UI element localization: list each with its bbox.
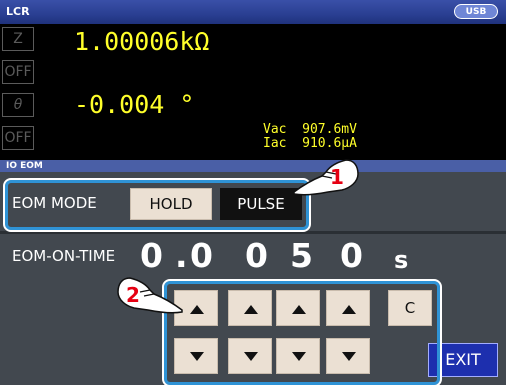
phase-value: -0.004 ° bbox=[74, 90, 195, 119]
iac-readout: Iac 910.6μA bbox=[263, 137, 357, 150]
callout-number-1: 1 bbox=[330, 165, 344, 189]
param-off-box-2[interactable]: OFF bbox=[2, 126, 34, 150]
top-status-bar bbox=[0, 0, 506, 24]
usb-badge: USB bbox=[454, 4, 498, 19]
digit-3: 0 bbox=[245, 236, 268, 275]
vac-label: Vac bbox=[263, 122, 287, 137]
digit-2: 0 bbox=[190, 236, 213, 275]
decimal-point: . bbox=[175, 236, 188, 275]
iac-label: Iac bbox=[263, 136, 287, 151]
io-eom-bar bbox=[0, 160, 506, 172]
digit-4: 5 bbox=[290, 236, 313, 275]
param-off-box-1[interactable]: OFF bbox=[2, 60, 34, 84]
unit-seconds: s bbox=[394, 246, 409, 274]
pointing-hand-icon-1: 1 bbox=[293, 159, 359, 196]
digit-5: 0 bbox=[340, 236, 363, 275]
digit-1: 0 bbox=[140, 236, 163, 275]
io-eom-title: IO EOM bbox=[6, 161, 43, 171]
mode-label: LCR bbox=[6, 5, 30, 18]
param-z-box[interactable]: Z bbox=[2, 27, 34, 51]
eom-on-time-label: EOM-ON-TIME bbox=[12, 247, 116, 265]
impedance-value: 1.00006kΩ bbox=[74, 27, 210, 56]
vac-value: 907.6mV bbox=[302, 122, 357, 137]
callout-number-2: 2 bbox=[126, 283, 140, 307]
vac-readout: Vac 907.6mV bbox=[263, 123, 357, 136]
callout-frame-2 bbox=[162, 279, 442, 385]
iac-value: 910.6μA bbox=[302, 136, 357, 151]
callout-frame-1 bbox=[3, 178, 311, 232]
divider bbox=[0, 231, 506, 234]
param-theta-box[interactable]: θ bbox=[2, 93, 34, 117]
pointing-hand-icon-2: 2 bbox=[117, 277, 183, 314]
